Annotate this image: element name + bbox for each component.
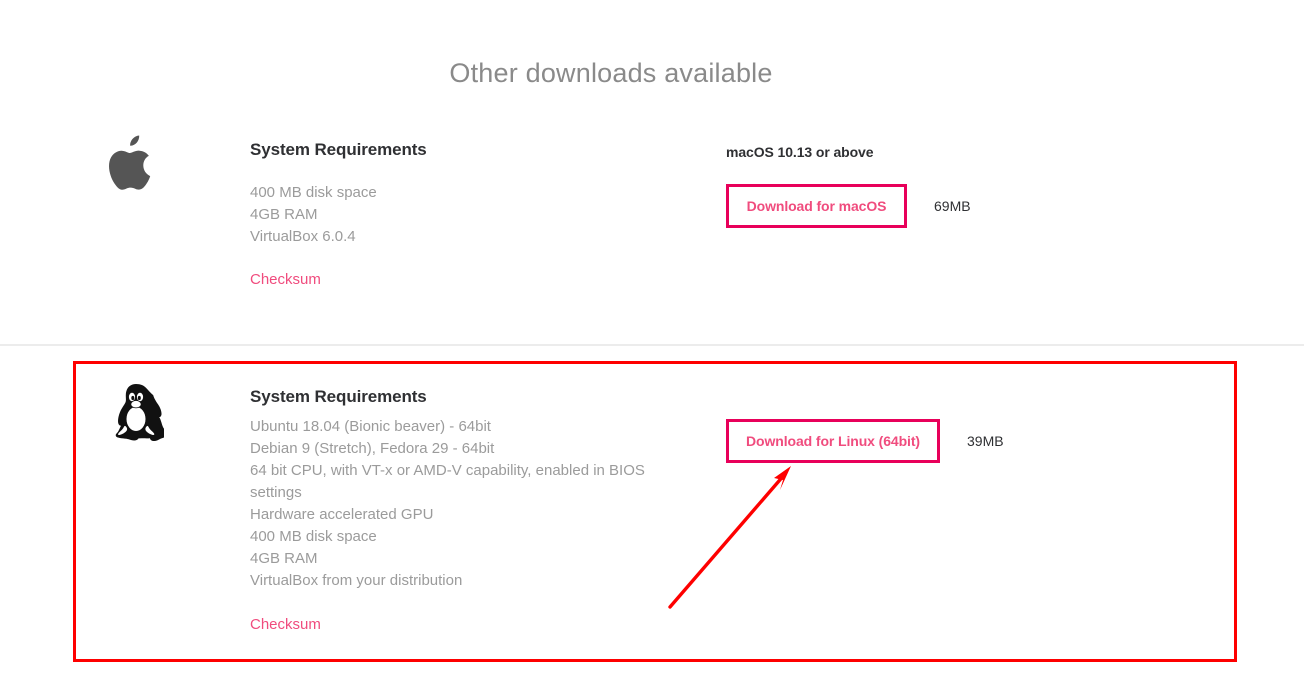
os-version-label: macOS 10.13 or above [726, 144, 874, 160]
download-for-macos-button[interactable]: Download for macOS [726, 184, 907, 228]
download-size-label: 69MB [934, 198, 971, 214]
download-line: Download for macOS 69MB [726, 184, 971, 228]
list-item: VirtualBox 6.0.4 [250, 228, 356, 245]
requirements-heading: System Requirements [250, 140, 427, 159]
download-size-label: 39MB [967, 433, 1004, 449]
checksum-row: Checksum [250, 271, 680, 289]
download-column: Download for Linux (64bit) 39MB [726, 419, 1004, 463]
download-section-macos: System Requirements 400 MB disk space 4G… [0, 118, 1304, 344]
download-section-linux: System Requirements Ubuntu 18.04 (Bionic… [0, 365, 1304, 655]
list-item: 4GB RAM [250, 206, 318, 223]
page-title: Other downloads available [449, 58, 773, 88]
checksum-row: Checksum [250, 616, 680, 634]
download-line: Download for Linux (64bit) 39MB [726, 419, 1004, 463]
download-column: macOS 10.13 or above Download for macOS … [726, 144, 971, 228]
download-for-linux-button[interactable]: Download for Linux (64bit) [726, 419, 940, 463]
requirements-column: System Requirements Ubuntu 18.04 (Bionic… [250, 387, 680, 634]
requirements-heading: System Requirements [250, 387, 427, 406]
section-divider [0, 344, 1304, 346]
list-item: VirtualBox from your distribution [250, 572, 463, 589]
list-item: Debian 9 (Stretch), Fedora 29 - 64bit [250, 440, 495, 457]
list-item: 4GB RAM [250, 550, 318, 567]
list-item: 64 bit CPU, with VT-x or AMD-V capabilit… [250, 462, 645, 501]
apple-logo-icon [108, 134, 164, 194]
requirements-list: Ubuntu 18.04 (Bionic beaver) - 64bit Deb… [250, 416, 680, 592]
requirements-column: System Requirements 400 MB disk space 4G… [250, 140, 680, 289]
checksum-link[interactable]: Checksum [250, 271, 321, 288]
list-item: Hardware accelerated GPU [250, 506, 434, 523]
list-item: Ubuntu 18.04 (Bionic beaver) - 64bit [250, 418, 491, 435]
requirements-list: 400 MB disk space 4GB RAM VirtualBox 6.0… [250, 182, 680, 248]
list-item: 400 MB disk space [250, 184, 377, 201]
list-item: 400 MB disk space [250, 528, 377, 545]
checksum-link[interactable]: Checksum [250, 616, 321, 633]
linux-tux-penguin-icon [108, 381, 164, 441]
